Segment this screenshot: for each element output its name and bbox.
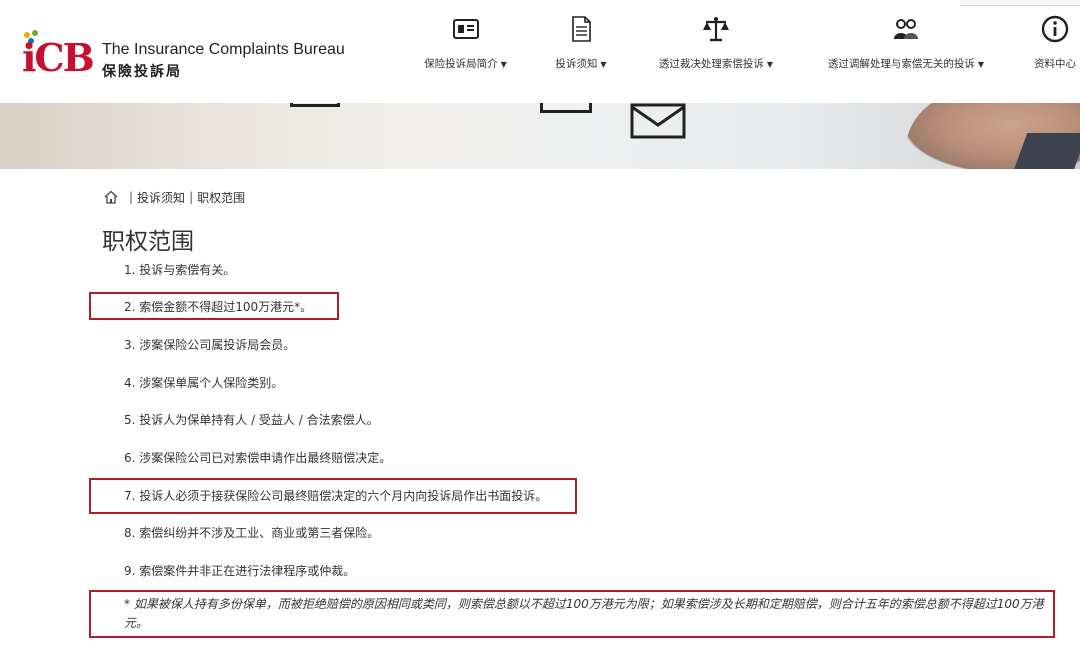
highlight-box — [89, 292, 339, 320]
banner-sketch-box — [540, 103, 592, 113]
envelope-icon — [630, 103, 686, 139]
nav-mediation-label: 透过调解处理与索偿无关的投诉 ▼ — [827, 58, 985, 70]
site-header: iCB The Insurance Complaints Bureau 保險投訴… — [0, 0, 1080, 103]
scales-icon — [703, 17, 729, 42]
nav-complaint-guide[interactable]: 投诉须知 ▼ — [550, 14, 612, 84]
people-icon — [894, 19, 918, 39]
list-item: 8. 索偿纠纷并不涉及工业、商业或第三者保险。 — [124, 526, 380, 540]
logo-mark: iCB — [22, 35, 95, 80]
list-item: 1. 投诉与索偿有关。 — [124, 263, 236, 277]
list-item: 3. 涉案保险公司属投诉局会员。 — [124, 338, 296, 352]
breadcrumb-separator: | — [189, 190, 194, 204]
nav-resource-centre[interactable]: 资料中心 — [1030, 14, 1080, 84]
hero-banner — [0, 103, 1080, 169]
nav-adjudication[interactable]: 透过裁决处理索偿投诉 ▼ — [652, 14, 780, 84]
breadcrumb-current: 职权范围 — [197, 190, 246, 205]
list-item: 6. 涉案保险公司已对索偿申请作出最终赔偿决定。 — [124, 451, 392, 465]
top-strip — [960, 0, 1080, 6]
logo-english-name: The Insurance Complaints Bureau — [102, 41, 345, 58]
logo-chinese-name: 保險投訴局 — [102, 64, 182, 80]
nav-mediation[interactable]: 透过调解处理与索偿无关的投诉 ▼ — [820, 14, 992, 84]
nav-about-label: 保险投诉局简介 ▼ — [424, 58, 507, 70]
nav-adjudication-label: 透过裁决处理索偿投诉 ▼ — [658, 58, 774, 70]
nav-complaint-guide-label: 投诉须知 ▼ — [555, 58, 607, 70]
highlight-box — [89, 478, 577, 514]
home-icon[interactable] — [103, 189, 119, 205]
list-item: 4. 涉案保单属个人保险类别。 — [124, 376, 284, 390]
highlight-box — [89, 590, 1055, 638]
id-card-icon — [452, 19, 479, 39]
list-item: 5. 投诉人为保单持有人 / 受益人 / 合法索偿人。 — [124, 413, 379, 427]
site-logo[interactable]: iCB The Insurance Complaints Bureau 保險投訴… — [22, 30, 352, 80]
breadcrumb-separator: | — [129, 190, 134, 204]
info-icon — [1041, 15, 1069, 43]
breadcrumb-section-link[interactable]: 投诉须知 — [137, 189, 185, 206]
page-title: 职权范围 — [102, 229, 194, 255]
breadcrumb: | 投诉须知 | 职权范围 — [103, 188, 245, 206]
document-icon — [572, 16, 591, 42]
nav-resource-centre-label: 资料中心 — [1034, 58, 1076, 70]
nav-about[interactable]: 保险投诉局简介 ▼ — [418, 14, 513, 84]
banner-sketch-line — [290, 103, 340, 107]
list-item: 9. 索偿案件并非正在进行法律程序或仲裁。 — [124, 564, 356, 578]
